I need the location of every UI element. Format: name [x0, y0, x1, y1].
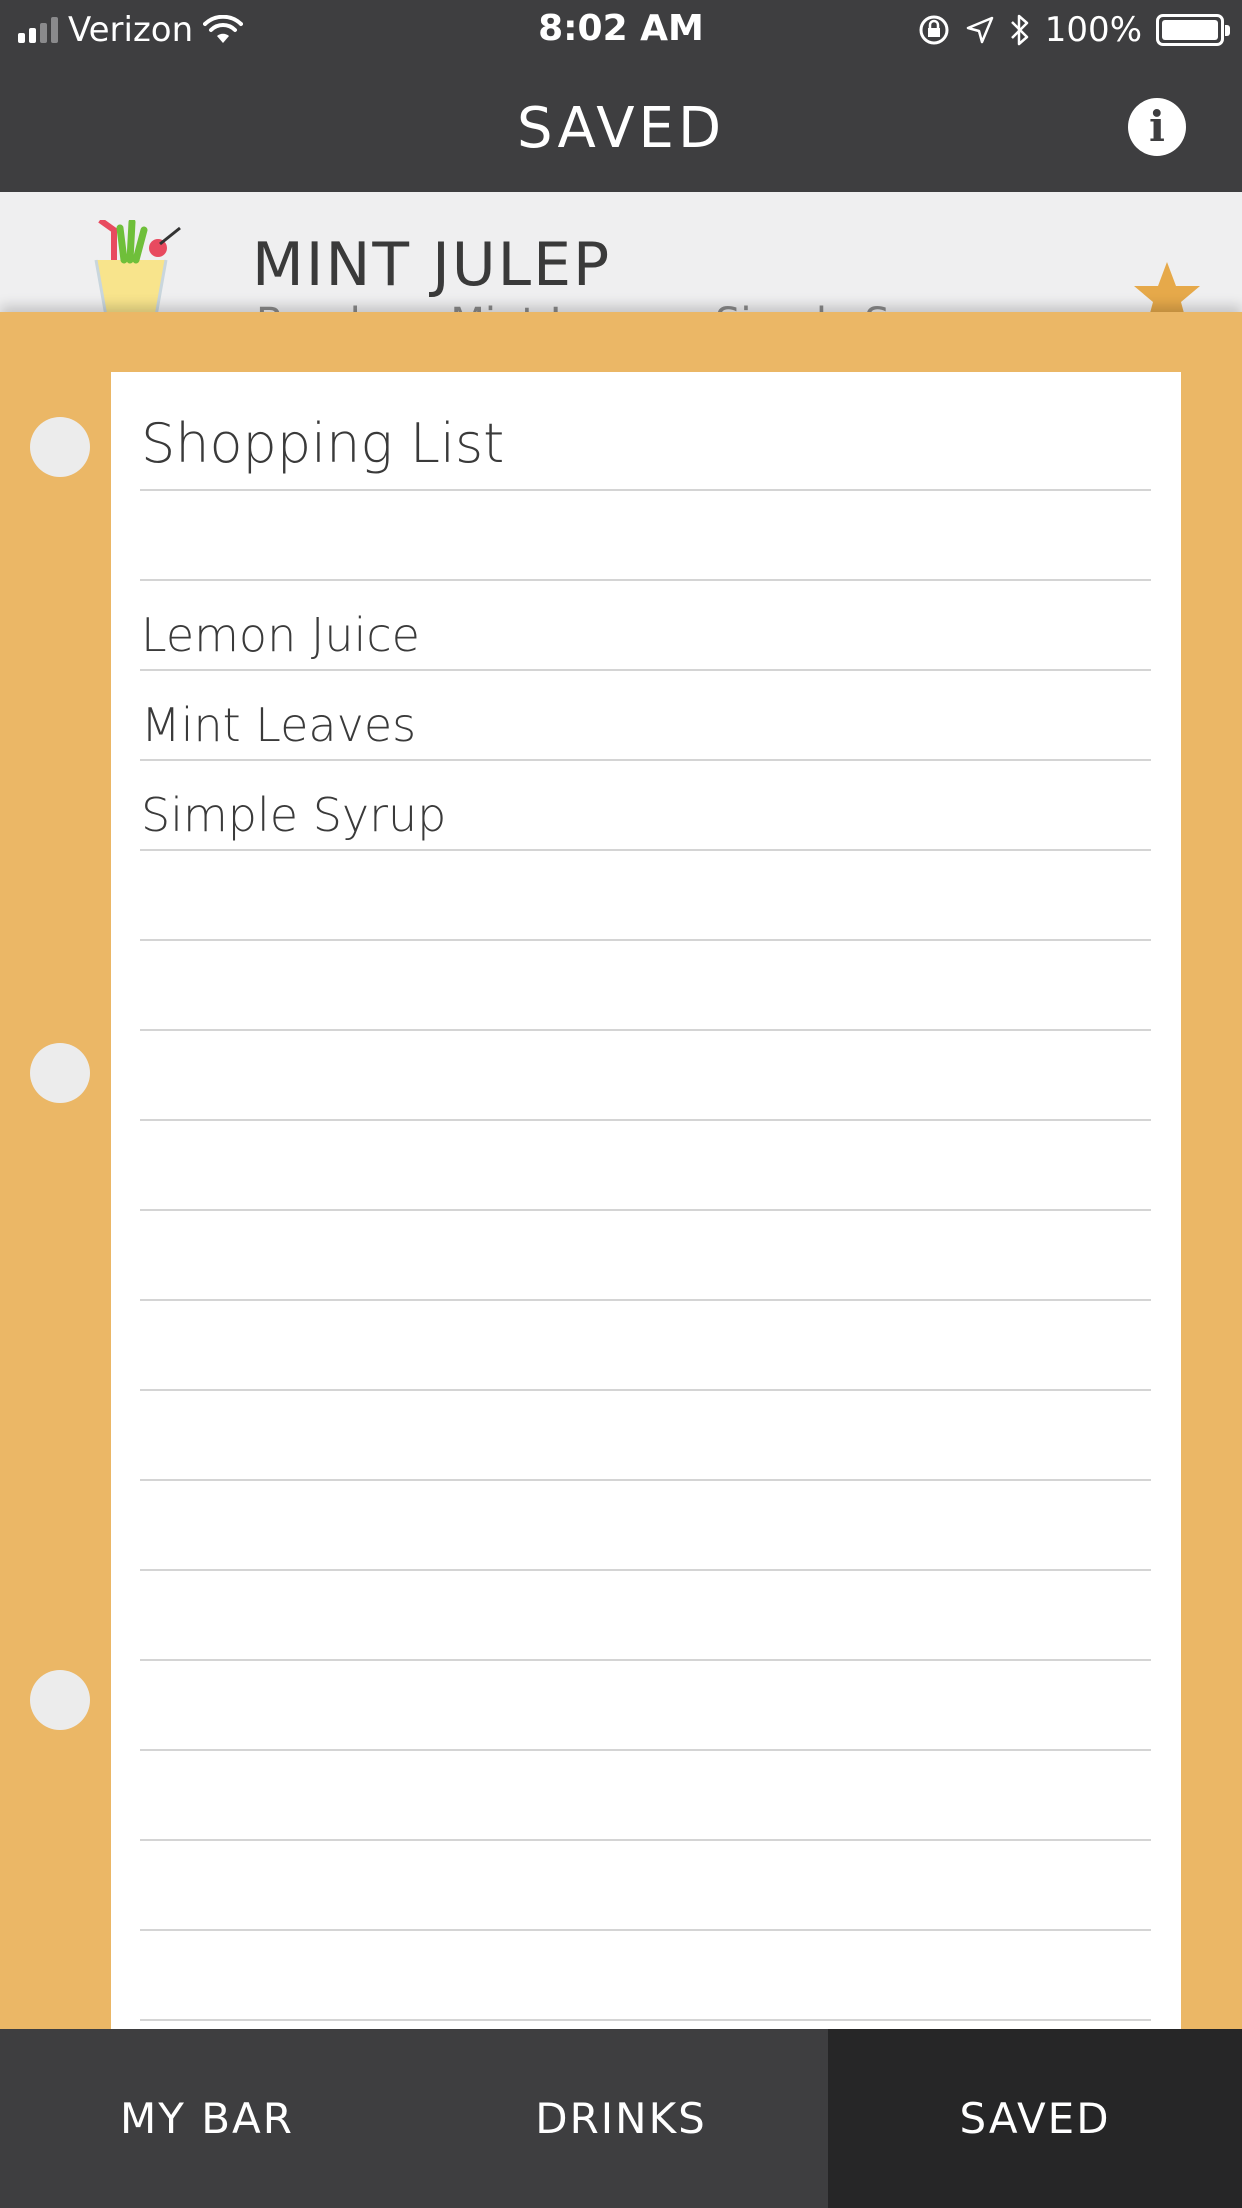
ruled-line [140, 1299, 1151, 1301]
ruled-line [140, 489, 1151, 491]
page-title: SAVED [516, 96, 726, 161]
list-item[interactable]: Lemon Juice [141, 608, 420, 662]
ruled-line [140, 1479, 1151, 1481]
saved-drink-row[interactable]: MINT JULEP Bourbon, Mint Leaves, Simple … [0, 192, 1242, 312]
info-icon[interactable]: i [1128, 98, 1186, 156]
ruled-line [140, 1389, 1151, 1391]
ruled-line [140, 1119, 1151, 1121]
drink-ingredients: Bourbon, Mint Leaves, Simple Syrup [256, 300, 981, 312]
orientation-lock-icon [919, 15, 949, 45]
location-icon [966, 16, 994, 44]
drink-name: MINT JULEP [252, 230, 612, 300]
ruled-line [140, 1749, 1151, 1751]
bluetooth-icon [1010, 14, 1029, 46]
ruled-line [140, 1929, 1151, 1931]
ruled-line [140, 579, 1151, 581]
ruled-line [140, 759, 1151, 761]
status-bar: Verizon 8:02 AM 100% [0, 0, 1242, 60]
binder-hole [30, 417, 90, 477]
ruled-line [140, 939, 1151, 941]
ruled-line [140, 2019, 1151, 2021]
ruled-line [140, 1659, 1151, 1661]
star-icon[interactable] [1132, 260, 1202, 312]
cocktail-icon [94, 220, 181, 312]
ruled-line [140, 1839, 1151, 1841]
list-item[interactable]: Mint Leaves [141, 698, 416, 752]
binder-hole [30, 1043, 90, 1103]
notebook-paper: Shopping List Lemon Juice Mint Leaves Si… [111, 372, 1181, 2029]
tab-my-bar[interactable]: MY BAR [0, 2029, 414, 2208]
list-title: Shopping List [141, 412, 505, 475]
tab-saved[interactable]: SAVED [828, 2029, 1242, 2208]
battery-icon [1156, 14, 1230, 46]
nav-bar: SAVED i [0, 60, 1242, 192]
status-right: 100% [917, 10, 1230, 50]
ruled-line [140, 669, 1151, 671]
shopping-list-notebook: Shopping List Lemon Juice Mint Leaves Si… [0, 312, 1242, 2029]
list-item[interactable]: Simple Syrup [141, 788, 446, 842]
ruled-line [140, 1029, 1151, 1031]
tab-drinks[interactable]: DRINKS [414, 2029, 828, 2208]
binder-hole [30, 1670, 90, 1730]
tab-bar: MY BAR DRINKS SAVED [0, 2029, 1242, 2208]
ruled-line [140, 1209, 1151, 1211]
ruled-line [140, 849, 1151, 851]
ruled-line [140, 1569, 1151, 1571]
battery-percent: 100% [1044, 10, 1142, 50]
